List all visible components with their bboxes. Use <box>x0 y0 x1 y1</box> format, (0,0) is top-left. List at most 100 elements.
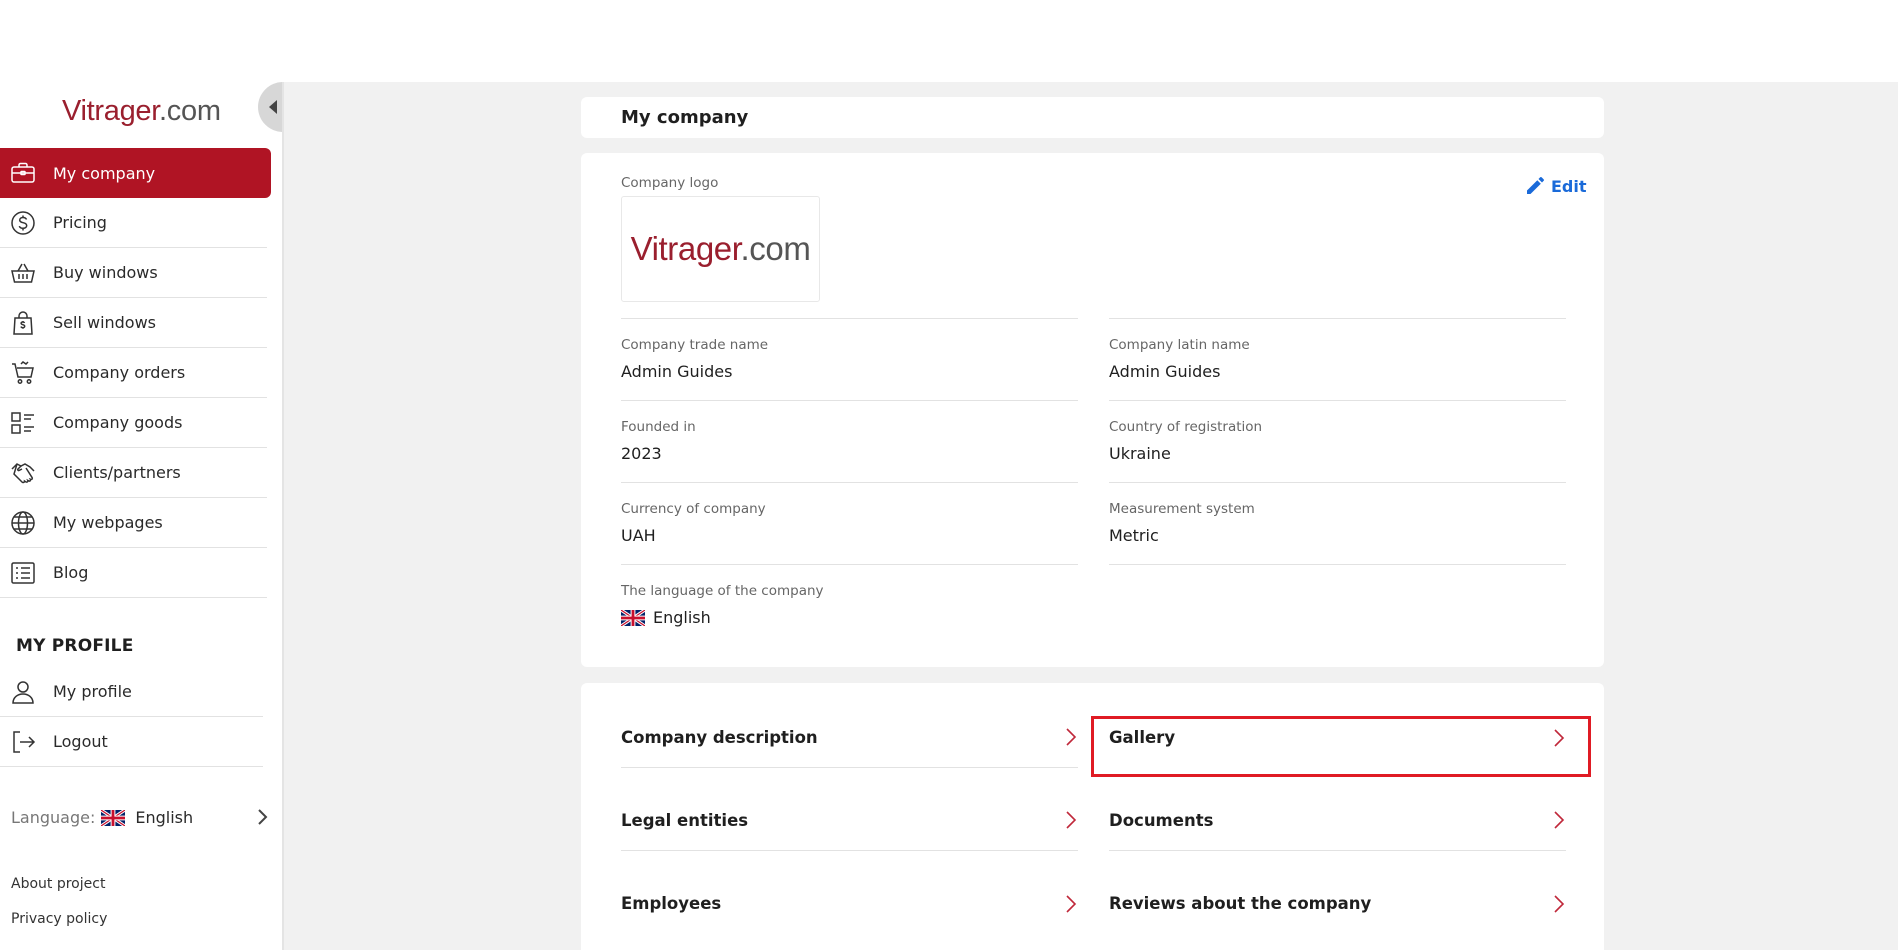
chevron-right-icon <box>1066 811 1077 829</box>
sidebar-item-company-orders[interactable]: Company orders <box>0 348 267 398</box>
company-logo-brand: Vitrager <box>630 230 741 267</box>
sidebar-item-label: My webpages <box>53 513 163 532</box>
divider <box>1109 318 1566 319</box>
link-gallery[interactable]: Gallery <box>1109 707 1566 768</box>
basket-icon <box>10 260 36 286</box>
company-logo-tld: .com <box>740 230 811 267</box>
link-label: Documents <box>1109 810 1214 830</box>
chevron-left-icon <box>269 100 277 114</box>
sidebar-item-my-profile[interactable]: My profile <box>0 667 263 717</box>
currency-value: UAH <box>621 526 656 545</box>
sidebar: Vitrager.com My company Pricing Buy wind… <box>0 82 284 950</box>
trade-name-value: Admin Guides <box>621 362 733 381</box>
profile-section-title: MY PROFILE <box>16 636 134 656</box>
sidebar-item-label: Pricing <box>53 213 107 232</box>
language-selector[interactable]: Language: English <box>11 802 271 832</box>
footer-links: About project Privacy policy <box>11 876 107 946</box>
sidebar-item-label: My profile <box>53 682 132 701</box>
page-title-card: My company <box>581 97 1604 138</box>
link-label: Company description <box>621 727 818 747</box>
page-title: My company <box>621 107 749 128</box>
footer-link-privacy[interactable]: Privacy policy <box>11 911 107 946</box>
sidebar-item-pricing[interactable]: Pricing <box>0 198 267 248</box>
sidebar-item-sell-windows[interactable]: Sell windows <box>0 298 267 348</box>
chevron-right-icon <box>1554 811 1565 829</box>
sidebar-item-label: Blog <box>53 563 89 582</box>
sidebar-item-buy-windows[interactable]: Buy windows <box>0 248 267 298</box>
footer-link-about[interactable]: About project <box>11 876 107 911</box>
user-icon <box>10 679 36 705</box>
sidebar-nav: My company Pricing Buy windows Sell wind… <box>0 148 271 598</box>
pencil-icon <box>1527 177 1544 194</box>
logout-icon <box>10 729 36 755</box>
link-employees[interactable]: Employees <box>621 873 1078 934</box>
language-field-label: The language of the company <box>621 583 824 599</box>
founded-value: 2023 <box>621 444 662 463</box>
latin-name-label: Company latin name <box>1109 337 1250 353</box>
link-label: Employees <box>621 894 722 913</box>
language-field-value: English <box>653 608 711 627</box>
sidebar-collapse-button[interactable] <box>258 82 282 132</box>
logo-tld-text: .com <box>159 95 221 127</box>
cart-icon <box>10 360 36 386</box>
measurement-value: Metric <box>1109 526 1159 545</box>
company-logo-label: Company logo <box>621 175 719 191</box>
divider <box>621 400 1078 401</box>
divider <box>1109 482 1566 483</box>
logo-brand-text: Vitrager <box>62 95 160 127</box>
sidebar-item-label: Company goods <box>53 413 183 432</box>
sidebar-item-blog[interactable]: Blog <box>0 548 267 598</box>
sidebar-item-label: My company <box>53 163 156 183</box>
briefcase-icon <box>10 160 36 186</box>
language-label: Language: <box>11 807 96 827</box>
list-grid-icon <box>10 410 36 436</box>
chevron-right-icon <box>1066 728 1077 746</box>
country-value: Ukraine <box>1109 444 1171 463</box>
edit-button[interactable]: Edit <box>1525 173 1587 199</box>
sidebar-item-company-goods[interactable]: Company goods <box>0 398 267 448</box>
sidebar-item-my-webpages[interactable]: My webpages <box>0 498 267 548</box>
measurement-label: Measurement system <box>1109 501 1255 517</box>
company-links-card: Company description Gallery Legal entiti… <box>581 683 1604 950</box>
divider <box>621 482 1078 483</box>
latin-name-value: Admin Guides <box>1109 362 1221 381</box>
sidebar-item-clients-partners[interactable]: Clients/partners <box>0 448 267 498</box>
uk-flag-icon <box>101 808 126 827</box>
chevron-right-icon <box>1554 894 1565 913</box>
trade-name-label: Company trade name <box>621 337 769 353</box>
link-label: Legal entities <box>621 810 749 830</box>
link-reviews[interactable]: Reviews about the company <box>1109 873 1566 934</box>
sidebar-item-label: Clients/partners <box>53 463 181 482</box>
top-bar <box>0 0 1898 82</box>
link-label: Reviews about the company <box>1109 894 1372 913</box>
link-documents[interactable]: Documents <box>1109 790 1566 851</box>
divider <box>621 564 1078 565</box>
globe-icon <box>10 510 36 536</box>
sidebar-item-label: Logout <box>53 732 108 751</box>
profile-nav: My profile Logout <box>0 667 267 767</box>
edit-label: Edit <box>1551 176 1587 196</box>
divider <box>621 318 1078 319</box>
company-info-card: Company logo Vitrager.com Edit Company t… <box>581 153 1604 667</box>
sidebar-item-logout[interactable]: Logout <box>0 717 263 767</box>
link-legal-entities[interactable]: Legal entities <box>621 790 1078 851</box>
sidebar-logo[interactable]: Vitrager.com <box>62 95 221 128</box>
sidebar-item-my-company[interactable]: My company <box>0 148 271 198</box>
handshake-icon <box>10 460 36 486</box>
founded-label: Founded in <box>621 419 696 435</box>
chevron-right-icon <box>258 809 268 825</box>
country-label: Country of registration <box>1109 419 1263 435</box>
link-label: Gallery <box>1109 728 1176 747</box>
shopping-bag-icon <box>10 310 36 336</box>
link-company-description[interactable]: Company description <box>621 707 1078 768</box>
company-logo-image: Vitrager.com <box>621 196 820 302</box>
uk-flag-icon <box>621 609 645 626</box>
language-field-value-row: English <box>621 608 711 627</box>
chevron-right-icon <box>1066 894 1077 913</box>
sidebar-item-label: Company orders <box>53 363 186 382</box>
language-value: English <box>135 807 194 827</box>
divider <box>1109 400 1566 401</box>
chevron-right-icon <box>1554 728 1565 747</box>
dollar-circle-icon <box>10 210 36 236</box>
sidebar-item-label: Buy windows <box>53 263 158 282</box>
